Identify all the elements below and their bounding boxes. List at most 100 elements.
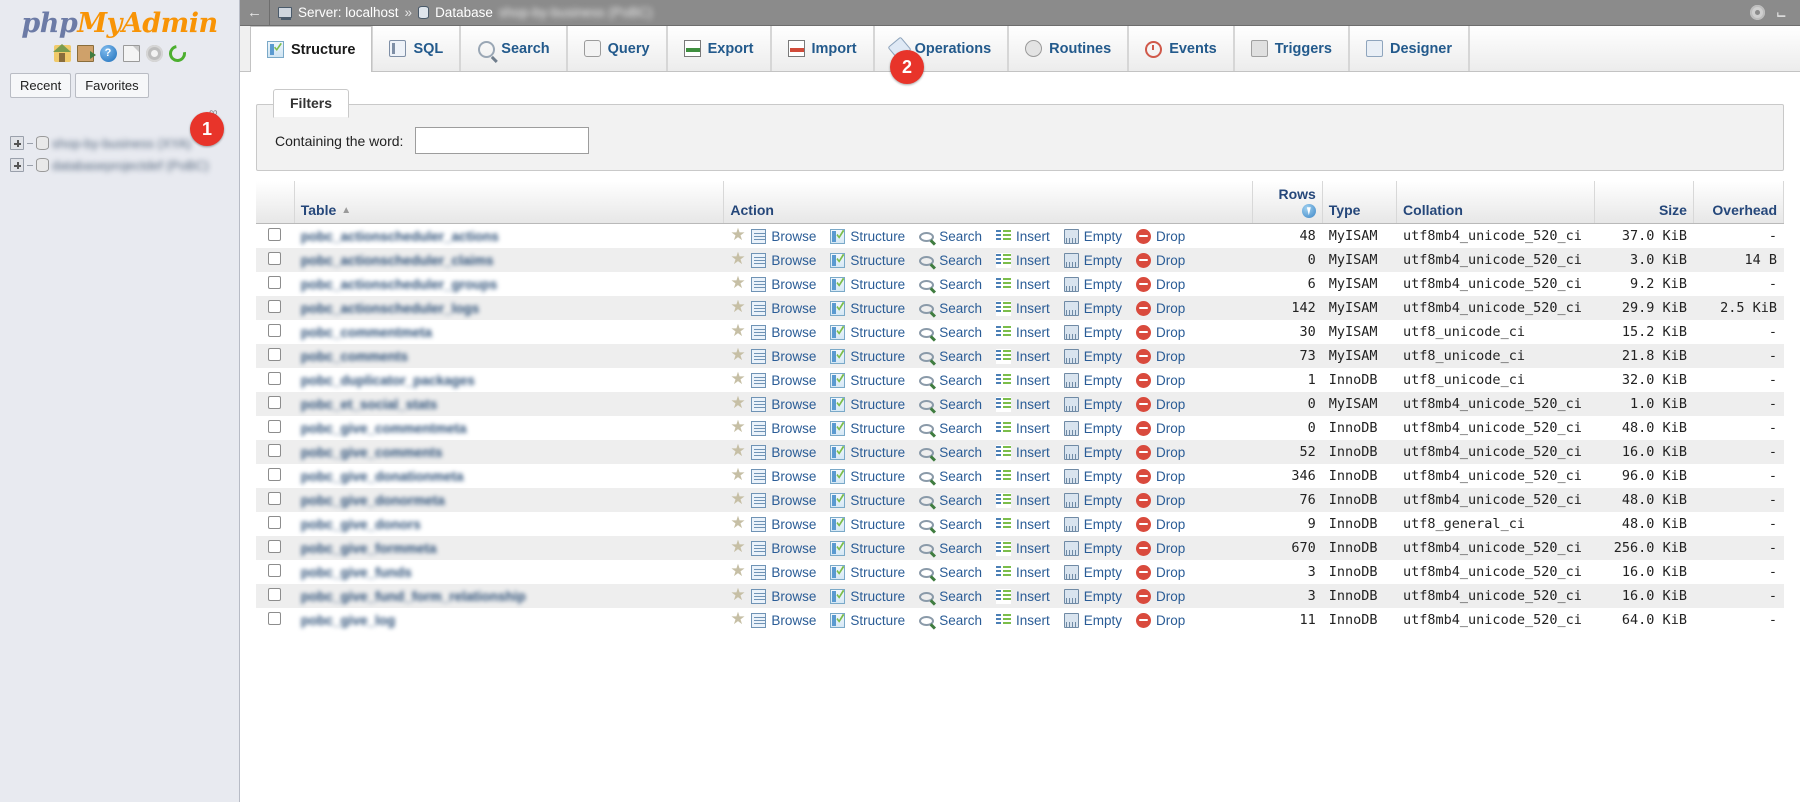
action-insert[interactable]: Insert (996, 373, 1050, 388)
action-insert[interactable]: Insert (996, 589, 1050, 604)
row-checkbox[interactable] (268, 564, 281, 577)
action-structure[interactable]: Structure (830, 493, 905, 508)
table-name-cell[interactable]: pobc_actionscheduler_logs (294, 296, 724, 320)
tab-routines[interactable]: Routines (1008, 26, 1128, 71)
action-browse[interactable]: Browse (751, 421, 816, 436)
documentation-icon[interactable] (123, 45, 140, 62)
favorite-star-icon[interactable] (730, 468, 746, 484)
table-name-cell[interactable]: pobc_give_donormeta (294, 488, 724, 512)
action-structure[interactable]: Structure (830, 613, 905, 628)
action-structure[interactable]: Structure (830, 565, 905, 580)
table-name-link[interactable]: pobc_actionscheduler_claims (301, 253, 494, 268)
action-search[interactable]: Search (919, 397, 982, 412)
table-name-link[interactable]: pobc_give_formmeta (301, 541, 437, 556)
table-name-cell[interactable]: pobc_give_funds (294, 560, 724, 584)
action-insert[interactable]: Insert (996, 277, 1050, 292)
action-browse[interactable]: Browse (751, 301, 816, 316)
table-name-cell[interactable]: pobc_actionscheduler_claims (294, 248, 724, 272)
action-empty[interactable]: Empty (1064, 373, 1122, 388)
action-insert[interactable]: Insert (996, 445, 1050, 460)
action-insert[interactable]: Insert (996, 469, 1050, 484)
action-insert[interactable]: Insert (996, 565, 1050, 580)
tab-recent[interactable]: Recent (10, 73, 71, 98)
table-name-cell[interactable]: pobc_et_social_stats (294, 392, 724, 416)
favorite-star-icon[interactable] (730, 444, 746, 460)
action-drop[interactable]: Drop (1136, 589, 1185, 604)
column-header-collation[interactable]: Collation (1397, 181, 1595, 224)
favorite-star-icon[interactable] (730, 228, 746, 244)
action-structure[interactable]: Structure (830, 229, 905, 244)
table-name-link[interactable]: pobc_give_donationmeta (301, 469, 464, 484)
row-checkbox[interactable] (268, 228, 281, 241)
action-drop[interactable]: Drop (1136, 325, 1185, 340)
expand-icon[interactable] (10, 136, 24, 150)
favorite-star-icon[interactable] (730, 396, 746, 412)
action-search[interactable]: Search (919, 589, 982, 604)
action-search[interactable]: Search (919, 517, 982, 532)
action-empty[interactable]: Empty (1064, 613, 1122, 628)
home-icon[interactable] (54, 45, 71, 62)
action-browse[interactable]: Browse (751, 349, 816, 364)
action-empty[interactable]: Empty (1064, 421, 1122, 436)
tab-events[interactable]: Events (1128, 26, 1234, 71)
action-search[interactable]: Search (919, 421, 982, 436)
action-drop[interactable]: Drop (1136, 565, 1185, 580)
action-insert[interactable]: Insert (996, 541, 1050, 556)
table-name-cell[interactable]: pobc_give_commentmeta (294, 416, 724, 440)
action-structure[interactable]: Structure (830, 469, 905, 484)
breadcrumb-database[interactable]: Database (435, 5, 493, 20)
action-search[interactable]: Search (919, 541, 982, 556)
row-checkbox[interactable] (268, 444, 281, 457)
tab-sql[interactable]: SQL (372, 26, 460, 71)
favorite-star-icon[interactable] (730, 252, 746, 268)
favorite-star-icon[interactable] (730, 348, 746, 364)
action-empty[interactable]: Empty (1064, 397, 1122, 412)
action-search[interactable]: Search (919, 493, 982, 508)
action-browse[interactable]: Browse (751, 565, 816, 580)
table-name-cell[interactable]: pobc_duplicator_packages (294, 368, 724, 392)
tab-export[interactable]: Export (667, 26, 771, 71)
action-structure[interactable]: Structure (830, 397, 905, 412)
action-drop[interactable]: Drop (1136, 373, 1185, 388)
action-structure[interactable]: Structure (830, 517, 905, 532)
favorite-star-icon[interactable] (730, 492, 746, 508)
action-insert[interactable]: Insert (996, 349, 1050, 364)
action-browse[interactable]: Browse (751, 541, 816, 556)
action-structure[interactable]: Structure (830, 373, 905, 388)
expand-icon[interactable] (10, 158, 24, 172)
table-name-cell[interactable]: pobc_give_formmeta (294, 536, 724, 560)
column-header-overhead[interactable]: Overhead (1693, 181, 1783, 224)
action-browse[interactable]: Browse (751, 589, 816, 604)
action-empty[interactable]: Empty (1064, 517, 1122, 532)
action-search[interactable]: Search (919, 565, 982, 580)
tab-designer[interactable]: Designer (1349, 26, 1469, 71)
column-header-type[interactable]: Type (1322, 181, 1396, 224)
action-search[interactable]: Search (919, 613, 982, 628)
column-header-size[interactable]: Size (1594, 181, 1693, 224)
tab-search[interactable]: Search (460, 26, 566, 71)
rows-info-icon[interactable] (1302, 204, 1316, 218)
action-browse[interactable]: Browse (751, 397, 816, 412)
action-empty[interactable]: Empty (1064, 229, 1122, 244)
action-drop[interactable]: Drop (1136, 397, 1185, 412)
action-insert[interactable]: Insert (996, 517, 1050, 532)
table-name-cell[interactable]: pobc_give_donors (294, 512, 724, 536)
action-search[interactable]: Search (919, 301, 982, 316)
table-name-link[interactable]: pobc_give_comments (301, 445, 443, 460)
action-insert[interactable]: Insert (996, 493, 1050, 508)
action-browse[interactable]: Browse (751, 517, 816, 532)
action-drop[interactable]: Drop (1136, 541, 1185, 556)
row-checkbox[interactable] (268, 372, 281, 385)
action-insert[interactable]: Insert (996, 421, 1050, 436)
action-drop[interactable]: Drop (1136, 517, 1185, 532)
table-name-cell[interactable]: pobc_give_donationmeta (294, 464, 724, 488)
action-browse[interactable]: Browse (751, 445, 816, 460)
action-structure[interactable]: Structure (830, 325, 905, 340)
action-structure[interactable]: Structure (830, 253, 905, 268)
gear-icon[interactable] (1750, 5, 1765, 20)
action-drop[interactable]: Drop (1136, 349, 1185, 364)
favorite-star-icon[interactable] (730, 564, 746, 580)
settings-icon[interactable] (146, 45, 163, 62)
table-name-cell[interactable]: pobc_actionscheduler_groups (294, 272, 724, 296)
row-checkbox[interactable] (268, 588, 281, 601)
